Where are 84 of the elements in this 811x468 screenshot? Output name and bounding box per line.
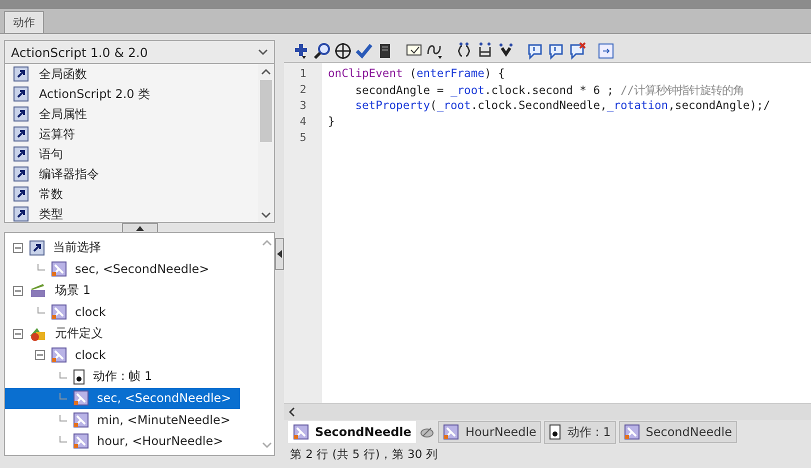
- category-label: 全局函数: [39, 66, 87, 82]
- category-item[interactable]: 常数: [5, 184, 258, 204]
- line-number: 5: [298, 131, 308, 146]
- collapse-icon[interactable]: [13, 286, 23, 296]
- category-item[interactable]: 语句: [5, 144, 258, 164]
- line-number: 2: [298, 83, 308, 98]
- movie-clip-icon: [624, 424, 640, 440]
- tree-item[interactable]: clock: [5, 302, 240, 323]
- arrow-box-icon: [13, 146, 29, 162]
- arrow-box-icon: [13, 66, 29, 82]
- comment-icon[interactable]: [526, 42, 544, 60]
- version-dropdown[interactable]: ActionScript 1.0 & 2.0: [4, 40, 275, 64]
- script-tab[interactable]: 动作 : 1: [544, 420, 616, 444]
- scroll-down-icon[interactable]: [261, 211, 271, 219]
- arrow-box-icon: [13, 166, 29, 182]
- category-item[interactable]: 全局函数: [5, 64, 258, 84]
- category-label: 常数: [39, 186, 63, 202]
- clapperboard-icon: [29, 282, 47, 299]
- category-label: 语句: [39, 146, 63, 162]
- category-label: 编译器指令: [39, 166, 99, 182]
- line-number: 4: [298, 115, 308, 130]
- scroll-up-icon[interactable]: [261, 68, 271, 76]
- scroll-left-icon[interactable]: [288, 407, 296, 417]
- tree-item[interactable]: clock: [5, 344, 240, 366]
- tree-item[interactable]: 动作 : 帧 1: [5, 366, 240, 388]
- add-statement-icon[interactable]: [292, 42, 310, 60]
- code-line: onClipEvent (enterFrame) {: [328, 67, 505, 80]
- category-item[interactable]: 类型: [5, 204, 258, 222]
- tree-item[interactable]: min, <MinuteNeedle>: [5, 409, 240, 430]
- tree-item[interactable]: sec, <SecondNeedle>: [5, 388, 240, 409]
- category-item[interactable]: 全局属性: [5, 104, 258, 124]
- pin-icon[interactable]: [419, 425, 436, 439]
- arrow-box-icon: [13, 106, 29, 122]
- movie-clip-icon: [51, 261, 67, 278]
- category-item[interactable]: ActionScript 2.0 类: [5, 84, 258, 104]
- code-line: secondAngle = _root.clock.second * 6 ; //计算秒钟指针旋转的角: [354, 84, 744, 97]
- movie-clip-icon: [51, 347, 67, 364]
- status-text: 第 2 行 (共 5 行)，第 30 列: [289, 446, 439, 463]
- frame-icon: [73, 368, 85, 385]
- actions-tab[interactable]: 动作: [4, 11, 44, 33]
- code-line: }: [328, 115, 335, 128]
- tree-item[interactable]: sec, <SecondNeedle>: [5, 258, 240, 280]
- checkmark-icon[interactable]: [355, 42, 373, 60]
- line-comment-icon[interactable]: [547, 42, 565, 60]
- movie-clip-icon: [73, 390, 89, 406]
- movie-clip-icon: [51, 304, 67, 320]
- code-line: setProperty(_root.clock.SecondNeedle,_rotation,secondAngle);/: [354, 99, 770, 112]
- chevron-down-icon: [258, 48, 268, 56]
- remove-comment-icon[interactable]: [568, 42, 586, 60]
- category-label: 运算符: [39, 126, 75, 142]
- arrow-box-icon: [29, 240, 45, 256]
- category-label: 类型: [39, 206, 63, 222]
- script-tab[interactable]: SecondNeedle: [288, 421, 416, 443]
- crosshair-icon[interactable]: [334, 42, 352, 60]
- line-number: 3: [298, 99, 308, 114]
- tree-item[interactable]: 元件定义: [5, 323, 240, 344]
- category-label: 全局属性: [39, 106, 87, 122]
- movie-clip-icon: [73, 412, 89, 428]
- line-number: 1: [298, 67, 308, 82]
- arrow-box-icon: [13, 126, 29, 142]
- tree-item[interactable]: 场景 1: [5, 280, 240, 302]
- script-tab[interactable]: HourNeedle: [438, 421, 542, 443]
- tree-item[interactable]: hour, <HourNeedle>: [5, 430, 240, 452]
- collapse-icon[interactable]: [35, 350, 45, 360]
- arrow-box-icon: [13, 186, 29, 202]
- movie-clip-icon: [293, 424, 309, 440]
- scrollbar-thumb[interactable]: [260, 80, 272, 142]
- panel-icon[interactable]: [597, 42, 615, 60]
- collapse-icon[interactable]: [13, 242, 23, 253]
- movie-clip-icon: [73, 433, 89, 450]
- movie-clip-icon: [443, 424, 460, 440]
- arrow-box-icon: [13, 206, 29, 222]
- tree-item[interactable]: 当前选择: [5, 237, 240, 258]
- arrow-box-icon: [13, 86, 29, 102]
- splitter-handle[interactable]: [275, 238, 284, 270]
- find-icon[interactable]: [313, 42, 331, 60]
- category-item[interactable]: 运算符: [5, 124, 258, 144]
- script-tab[interactable]: SecondNeedle: [618, 421, 737, 443]
- frame-icon: [549, 424, 562, 440]
- category-label: ActionScript 2.0 类: [39, 86, 150, 102]
- splitter-handle[interactable]: [122, 223, 158, 233]
- category-item[interactable]: 编译器指令: [5, 164, 258, 184]
- collapse-icon[interactable]: [13, 328, 23, 339]
- shapes-icon: [29, 326, 47, 342]
